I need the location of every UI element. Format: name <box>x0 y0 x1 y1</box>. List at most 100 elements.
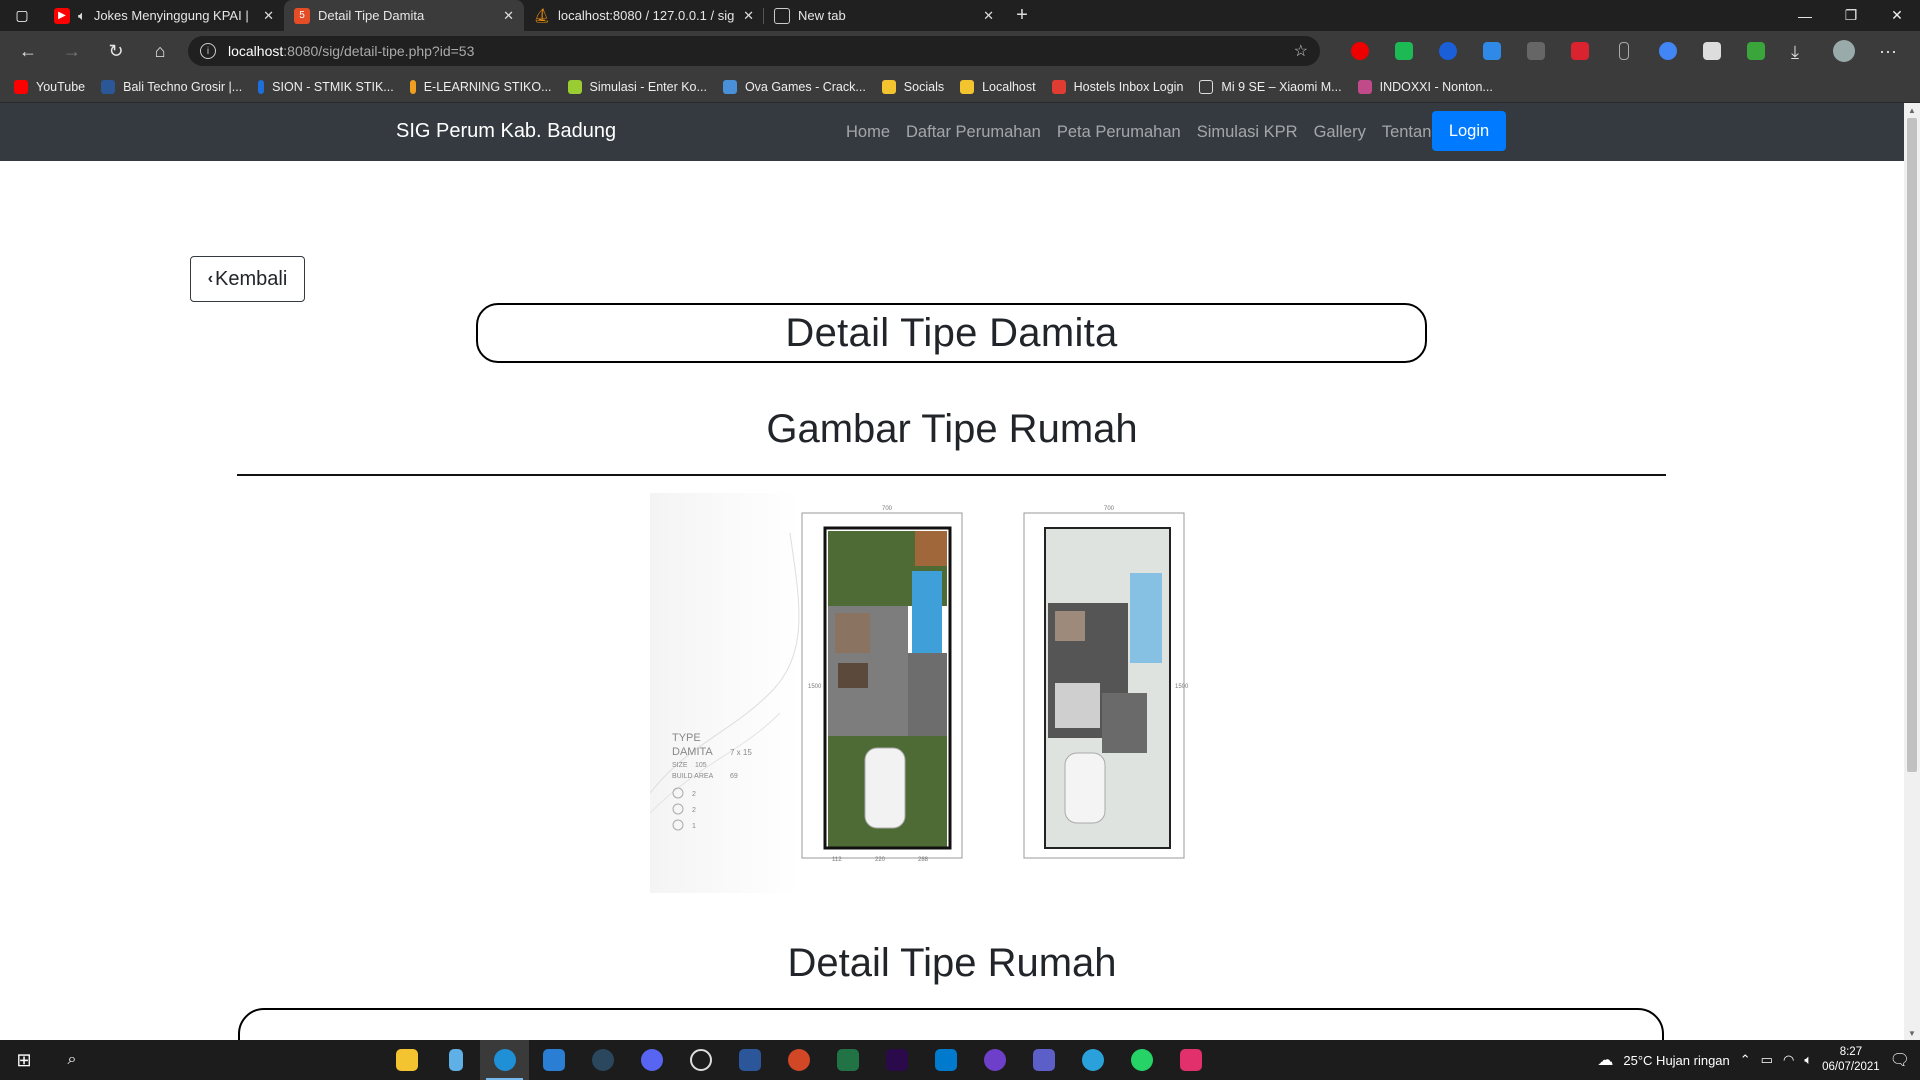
close-icon[interactable]: ✕ <box>743 8 754 24</box>
clock[interactable]: 8:27 06/07/2021 <box>1822 1045 1880 1075</box>
bookmark-item[interactable]: Hostels Inbox Login <box>1046 73 1190 101</box>
site-info-icon[interactable]: i <box>200 43 216 59</box>
file-explorer-icon[interactable] <box>382 1040 431 1080</box>
phpmyadmin-icon: ⛵︎ <box>533 7 551 23</box>
speaker-icon[interactable]: 🔈︎ <box>78 8 86 24</box>
notification-icon[interactable]: 🗨︎ <box>1890 1050 1910 1070</box>
chevron-up-icon[interactable]: ⌃ <box>1740 1052 1751 1068</box>
wifi-icon[interactable]: ◠ <box>1783 1052 1794 1068</box>
upper-floor-plan <box>1023 512 1185 859</box>
svg-text:BUILD AREA: BUILD AREA <box>672 773 714 780</box>
premiere-icon[interactable] <box>872 1040 921 1080</box>
address-bar-row: ← → ↻ ⌂ i localhost:8080/sig/detail-tipe… <box>0 31 1920 71</box>
bookmark-folder[interactable]: Localhost <box>954 73 1042 101</box>
whatsapp-icon[interactable] <box>1117 1040 1166 1080</box>
bookmark-item[interactable]: Ova Games - Crack... <box>717 73 872 101</box>
url-input[interactable]: i localhost:8080/sig/detail-tipe.php?id=… <box>188 36 1320 66</box>
tab-new[interactable]: New tab ✕ <box>764 0 1004 31</box>
tab-detail-tipe[interactable]: 5 Detail Tipe Damita ✕ <box>284 0 524 31</box>
steam-icon[interactable] <box>578 1040 627 1080</box>
new-tab-button[interactable]: + <box>1004 0 1040 31</box>
edge-browser-icon[interactable] <box>480 1040 529 1080</box>
github-icon[interactable] <box>970 1040 1019 1080</box>
weather-text[interactable]: 25°C Hujan ringan <box>1623 1053 1729 1068</box>
close-icon[interactable]: ✕ <box>983 8 994 24</box>
page-scrollbar[interactable]: ▲ ▼ <box>1904 103 1920 1040</box>
battery-icon[interactable]: ▭ <box>1761 1052 1773 1068</box>
phone-icon[interactable] <box>1602 35 1646 67</box>
detail-card <box>238 1008 1664 1040</box>
bookmark-item[interactable]: E-LEARNING STIKO... <box>404 73 558 101</box>
scroll-up-icon[interactable]: ▲ <box>1904 103 1920 117</box>
currency-icon[interactable] <box>1426 35 1470 67</box>
download-manager-icon[interactable] <box>1734 35 1778 67</box>
svg-text:700: 700 <box>882 506 893 512</box>
telegram-icon[interactable] <box>1068 1040 1117 1080</box>
bookmark-item[interactable]: Bali Techno Grosir |... <box>95 73 248 101</box>
site-icon <box>722 79 737 94</box>
tab-title: Jokes Menyinggung KPAI | <box>93 8 249 23</box>
windows-start-icon[interactable]: ⊞ <box>0 1040 48 1080</box>
scrollbar-thumb[interactable] <box>1907 118 1917 772</box>
downloads-icon[interactable]: ⤓ <box>1778 35 1822 67</box>
nav-gallery[interactable]: Gallery <box>1314 123 1366 142</box>
bookmark-item[interactable]: Simulasi - Enter Ko... <box>562 73 713 101</box>
login-button[interactable]: Login <box>1432 111 1506 151</box>
ubisoft-icon[interactable] <box>676 1040 725 1080</box>
bookmark-item[interactable]: Mi 9 SE – Xiaomi M... <box>1193 73 1347 101</box>
close-icon[interactable]: ✕ <box>263 8 274 24</box>
tab-actions-icon[interactable]: ▢ <box>0 0 44 31</box>
adblock-icon[interactable] <box>1338 35 1382 67</box>
bedroom-count: 2 <box>692 791 696 798</box>
back-button[interactable]: ‹ Kembali <box>190 256 305 302</box>
search-icon[interactable]: ⌕ <box>48 1040 96 1080</box>
bookmark-item[interactable]: YouTube <box>8 73 91 101</box>
notepad-icon[interactable] <box>431 1040 480 1080</box>
tab-phpmyadmin[interactable]: ⛵︎ localhost:8080 / 127.0.0.1 / sig-p ✕ <box>524 0 764 31</box>
nav-peta-perumahan[interactable]: Peta Perumahan <box>1057 123 1181 142</box>
camera-icon[interactable] <box>1690 35 1734 67</box>
close-window-icon[interactable]: ✕ <box>1874 0 1920 31</box>
nav-simulasi-kpr[interactable]: Simulasi KPR <box>1197 123 1298 142</box>
word-icon[interactable] <box>725 1040 774 1080</box>
bookmark-item[interactable]: INDOXXI - Nonton... <box>1352 73 1499 101</box>
profile-avatar-icon[interactable] <box>1822 35 1866 67</box>
volume-icon[interactable]: 🔈︎ <box>1804 1052 1812 1068</box>
scroll-down-icon[interactable]: ▼ <box>1904 1026 1920 1040</box>
instagram-icon[interactable] <box>1166 1040 1215 1080</box>
discord-icon[interactable] <box>627 1040 676 1080</box>
translate-icon[interactable] <box>1646 35 1690 67</box>
weather-icon[interactable]: ☁︎ <box>1597 1050 1613 1070</box>
minimize-icon[interactable]: — <box>1782 0 1828 31</box>
glasses-icon[interactable] <box>1514 35 1558 67</box>
outlook-icon[interactable] <box>529 1040 578 1080</box>
restore-icon[interactable]: ❐ <box>1828 0 1874 31</box>
teams-icon[interactable] <box>1019 1040 1068 1080</box>
site-brand[interactable]: SIG Perum Kab. Badung <box>396 120 616 143</box>
tab-youtube[interactable]: ▶ 🔈︎ Jokes Menyinggung KPAI | ✕ <box>44 0 284 31</box>
bookmark-item[interactable]: SION - STMIK STIK... <box>252 73 400 101</box>
svg-text:105: 105 <box>695 762 707 769</box>
favorite-star-icon[interactable]: ☆ <box>1294 41 1308 61</box>
close-icon[interactable]: ✕ <box>503 8 514 24</box>
forward-arrow-icon[interactable]: → <box>52 35 92 67</box>
video-speed-icon[interactable] <box>1558 35 1602 67</box>
chevron-left-icon: ‹ <box>207 270 214 287</box>
page-title-box: Detail Tipe Damita <box>476 303 1427 363</box>
extension-green-icon[interactable] <box>1382 35 1426 67</box>
nav-home[interactable]: Home <box>846 123 890 142</box>
excel-icon[interactable] <box>823 1040 872 1080</box>
svg-text:1500: 1500 <box>1175 684 1189 690</box>
bookmark-folder[interactable]: Socials <box>876 73 950 101</box>
shield-icon[interactable] <box>1470 35 1514 67</box>
nav-links: Home Daftar Perumahan Peta Perumahan Sim… <box>846 103 1441 161</box>
home-icon[interactable]: ⌂ <box>140 35 180 67</box>
reload-icon[interactable]: ↻ <box>96 35 136 67</box>
powerpoint-icon[interactable] <box>774 1040 823 1080</box>
back-arrow-icon[interactable]: ← <box>8 35 48 67</box>
tab-title: Detail Tipe Damita <box>318 8 425 23</box>
vscode-icon[interactable] <box>921 1040 970 1080</box>
menu-dots-icon[interactable]: ⋯ <box>1866 35 1910 67</box>
youtube-icon <box>14 79 28 94</box>
nav-daftar-perumahan[interactable]: Daftar Perumahan <box>906 123 1041 142</box>
